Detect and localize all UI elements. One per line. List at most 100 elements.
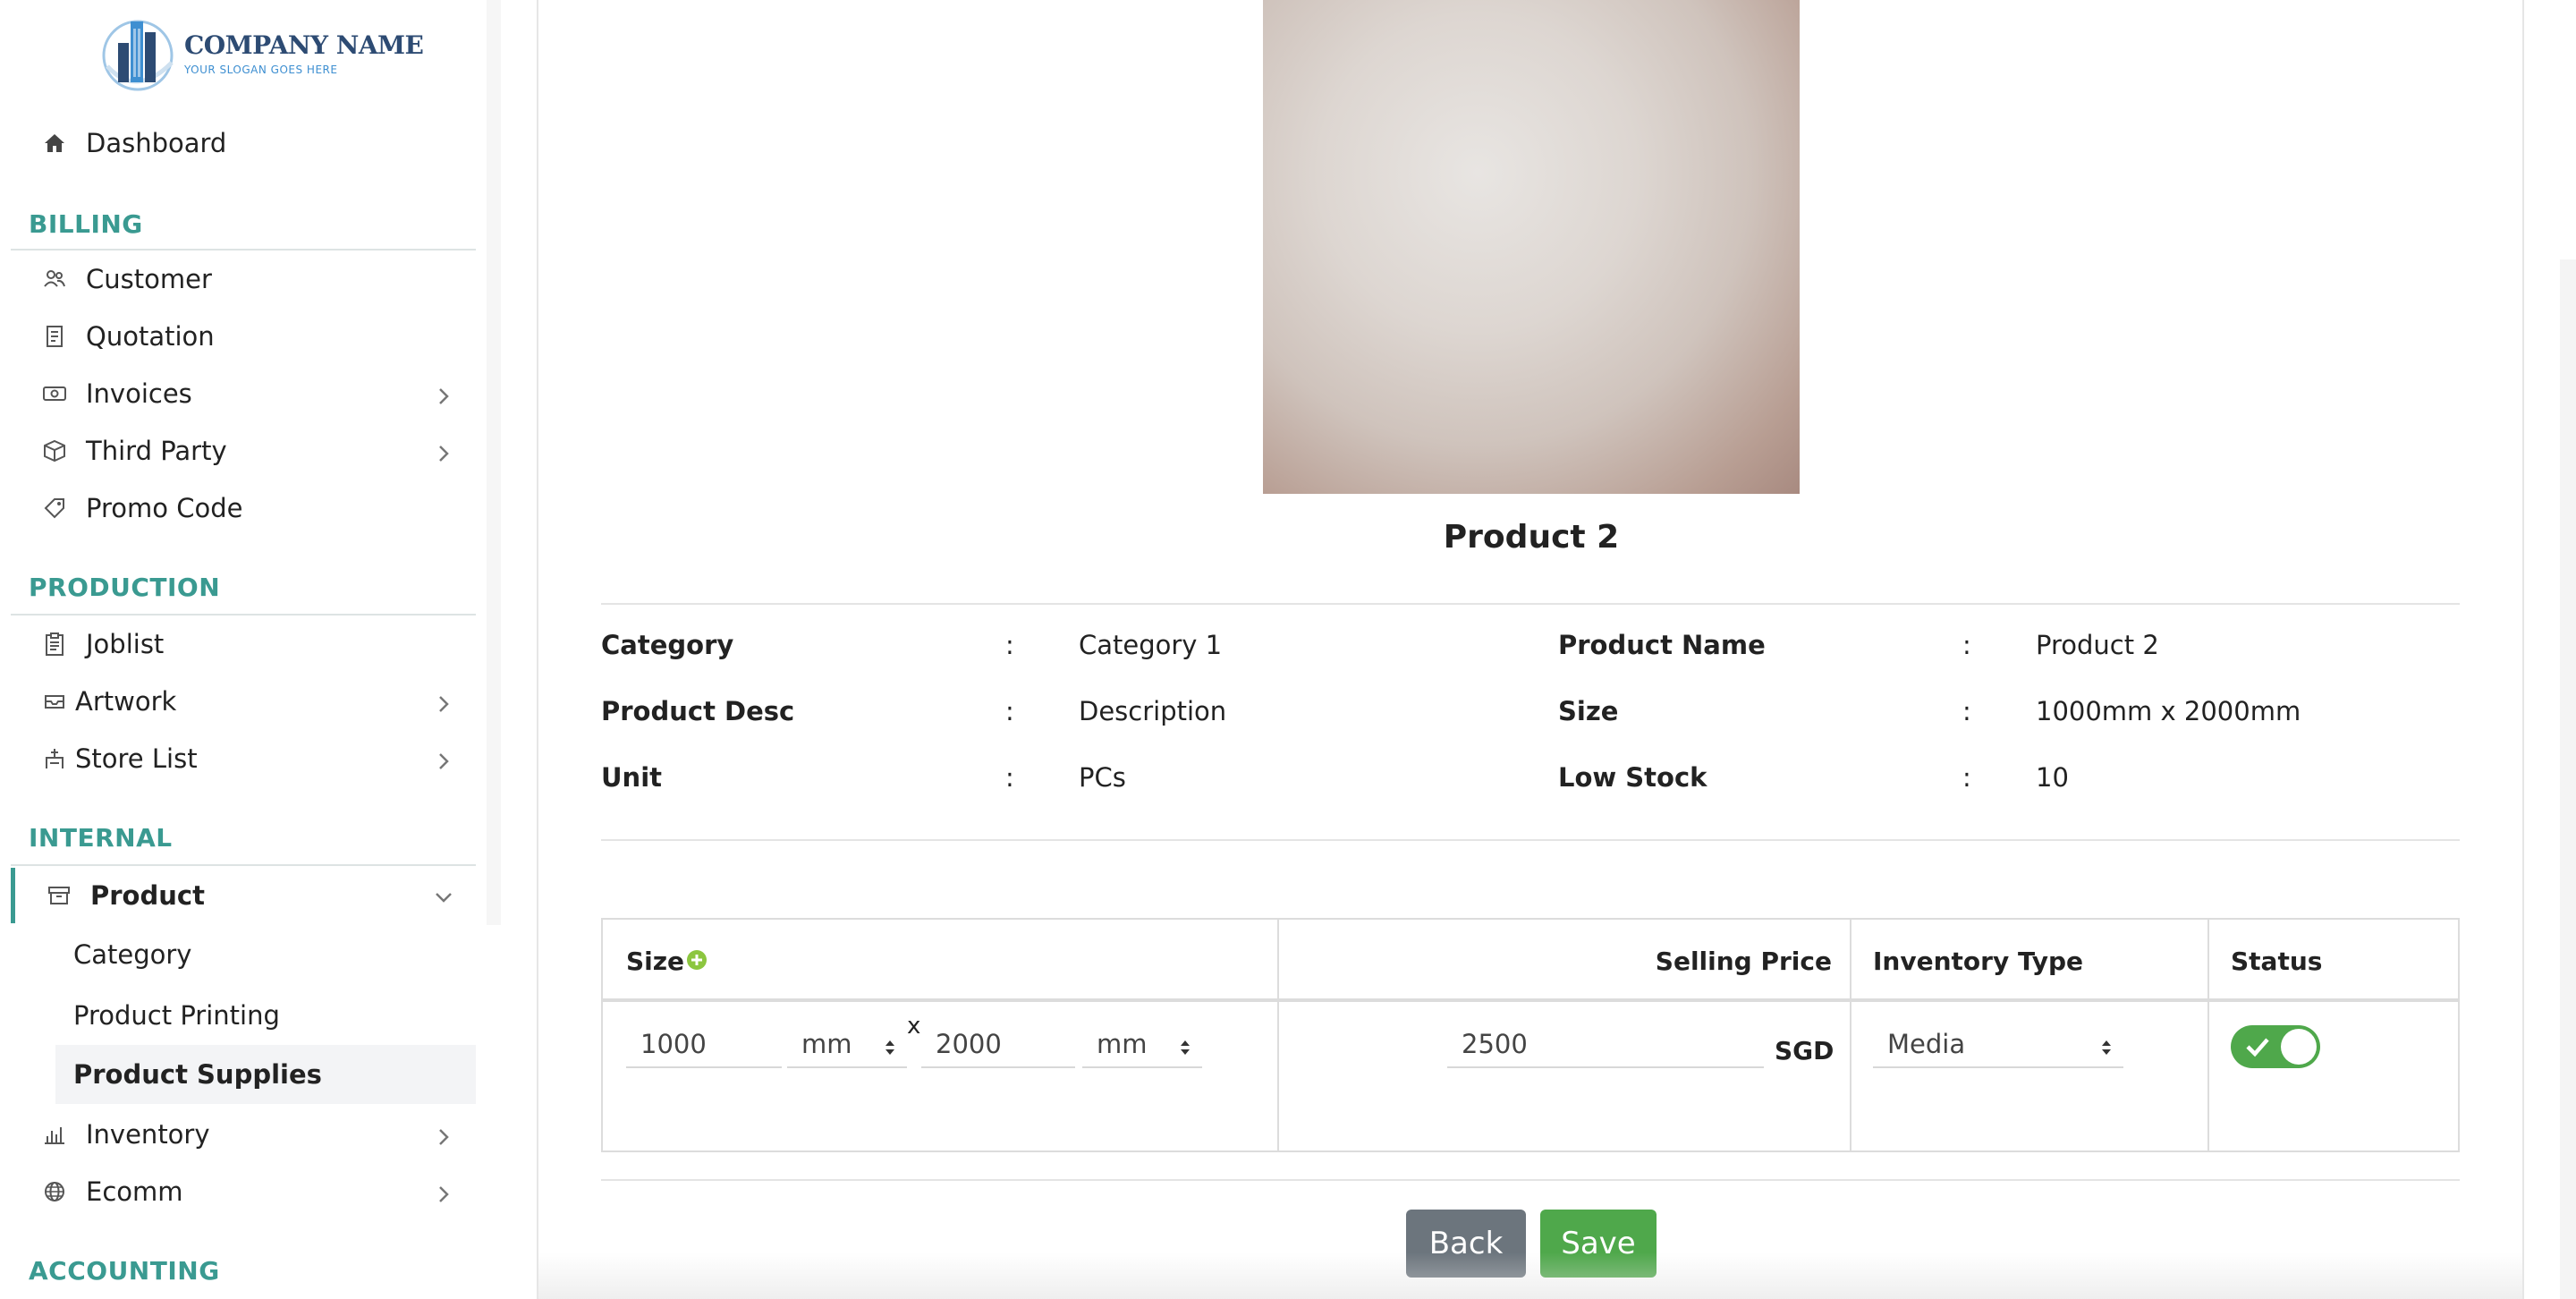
- clipboard-icon: [41, 631, 68, 658]
- sidebar-subitem-category[interactable]: Category: [55, 925, 476, 984]
- divider: [601, 1179, 2460, 1181]
- chevron-right-icon: [433, 1181, 454, 1202]
- colon: :: [1962, 762, 1971, 793]
- product-image: [1263, 0, 1800, 494]
- globe-icon: [41, 1178, 68, 1205]
- sidebar-item-label: Quotation: [86, 321, 215, 352]
- sidebar-item-quotation[interactable]: Quotation: [11, 310, 476, 363]
- sidebar-item-store-list[interactable]: Store List: [11, 732, 476, 785]
- divider: [601, 839, 2460, 841]
- sidebar-scrollbar[interactable]: [487, 0, 501, 925]
- chevron-right-icon: [433, 748, 454, 769]
- status-toggle[interactable]: [2231, 1025, 2320, 1068]
- section-billing: BILLING: [29, 209, 143, 239]
- table-header-row: [603, 920, 2458, 1002]
- back-button[interactable]: Back: [1406, 1210, 1526, 1278]
- chevron-down-icon: [433, 884, 454, 905]
- checkmark-icon: [2245, 1036, 2270, 1061]
- building-logo-icon: [100, 13, 177, 93]
- sidebar-item-label: Store List: [75, 743, 198, 774]
- colon: :: [1962, 696, 1971, 726]
- sidebar-item-dashboard[interactable]: Dashboard: [11, 116, 476, 170]
- divider: [601, 603, 2460, 605]
- sidebar-item-artwork[interactable]: Artwork: [11, 675, 476, 728]
- product-desc-value: Description: [1079, 696, 1227, 726]
- toggle-knob: [2281, 1029, 2317, 1065]
- sidebar-item-product[interactable]: Product: [11, 868, 476, 923]
- chevron-right-icon: [433, 383, 454, 404]
- chevron-right-icon: [433, 691, 454, 712]
- height-input[interactable]: 2000: [921, 1022, 1075, 1068]
- colon: :: [1005, 762, 1014, 793]
- sidebar-item-promo-code[interactable]: Promo Code: [11, 481, 476, 535]
- header-status: Status: [2231, 947, 2323, 976]
- product-name-label: Product Name: [1558, 630, 1766, 660]
- page-scrollbar[interactable]: [2560, 259, 2576, 1299]
- column-divider: [1850, 920, 1852, 1150]
- sidebar-item-inventory[interactable]: Inventory: [11, 1108, 476, 1161]
- bottom-shadow: [538, 1252, 2522, 1299]
- product-title: Product 2: [1443, 519, 1620, 556]
- bar-chart-icon: [41, 1121, 68, 1148]
- users-icon: [41, 266, 68, 293]
- dimension-x: x: [907, 1013, 921, 1040]
- money-icon: [41, 380, 68, 407]
- sidebar-item-customer[interactable]: Customer: [11, 252, 476, 306]
- unit-value: PCs: [1079, 762, 1126, 793]
- sidebar-subitem-product-printing[interactable]: Product Printing: [55, 986, 476, 1045]
- colon: :: [1962, 630, 1971, 660]
- sidebar-item-label: Third Party: [86, 436, 227, 466]
- add-size-icon[interactable]: [685, 948, 708, 972]
- section-divider: [11, 614, 476, 616]
- save-button[interactable]: Save: [1540, 1210, 1657, 1278]
- sidebar-item-third-party[interactable]: Third Party: [11, 424, 476, 478]
- selling-price-input[interactable]: 2500: [1447, 1022, 1764, 1068]
- header-size: Size: [626, 947, 685, 976]
- archive-icon: [46, 882, 72, 909]
- company-slogan: YOUR SLOGAN GOES HERE: [184, 63, 338, 76]
- sidebar-item-ecomm[interactable]: Ecomm: [11, 1165, 476, 1218]
- column-divider: [1277, 920, 1279, 1150]
- sidebar-item-joblist[interactable]: Joblist: [11, 617, 476, 671]
- store-icon: [41, 745, 68, 772]
- size-pricing-table: Size Selling Price Inventory Type Status…: [601, 918, 2460, 1152]
- section-internal: INTERNAL: [29, 823, 173, 853]
- sidebar-item-label: Ecomm: [86, 1176, 183, 1207]
- header-selling-price: Selling Price: [1655, 947, 1832, 976]
- chevron-right-icon: [433, 1124, 454, 1145]
- low-stock-value: 10: [2036, 762, 2069, 793]
- company-name: COMPANY NAME: [184, 30, 424, 60]
- size-value: 1000mm x 2000mm: [2036, 696, 2301, 726]
- product-name-value: Product 2: [2036, 630, 2159, 660]
- sidebar: COMPANY NAME YOUR SLOGAN GOES HERE Dashb…: [0, 0, 485, 1299]
- box-icon: [41, 437, 68, 464]
- sidebar-subitem-product-supplies[interactable]: Product Supplies: [55, 1045, 476, 1104]
- select-arrows-icon: [884, 1034, 896, 1056]
- sidebar-item-label: Customer: [86, 264, 212, 294]
- main-panel-border: [537, 0, 538, 1299]
- sidebar-item-label: Inventory: [86, 1119, 210, 1150]
- document-icon: [41, 323, 68, 350]
- sidebar-item-invoices[interactable]: Invoices: [11, 367, 476, 420]
- sidebar-item-label: Product: [90, 880, 205, 911]
- company-logo[interactable]: COMPANY NAME YOUR SLOGAN GOES HERE: [100, 13, 424, 93]
- sidebar-item-label: Dashboard: [86, 128, 227, 158]
- sidebar-item-label: Invoices: [86, 378, 192, 409]
- colon: :: [1005, 630, 1014, 660]
- sidebar-item-label: Joblist: [86, 629, 165, 659]
- low-stock-label: Low Stock: [1558, 762, 1707, 793]
- select-arrows-icon: [1179, 1034, 1191, 1056]
- product-desc-label: Product Desc: [601, 696, 795, 726]
- category-label: Category: [601, 630, 734, 660]
- section-production: PRODUCTION: [29, 573, 221, 602]
- unit-label: Unit: [601, 762, 662, 793]
- select-arrows-icon: [2100, 1034, 2113, 1056]
- header-inventory-type: Inventory Type: [1873, 947, 2084, 976]
- width-input[interactable]: 1000: [626, 1022, 782, 1068]
- height-unit-select[interactable]: mm: [1082, 1022, 1202, 1068]
- width-unit-select[interactable]: mm: [787, 1022, 907, 1068]
- sidebar-item-label: Artwork: [75, 686, 177, 717]
- inventory-type-select[interactable]: Media: [1873, 1022, 2123, 1068]
- section-accounting: ACCOUNTING: [29, 1256, 220, 1286]
- inbox-icon: [41, 688, 68, 715]
